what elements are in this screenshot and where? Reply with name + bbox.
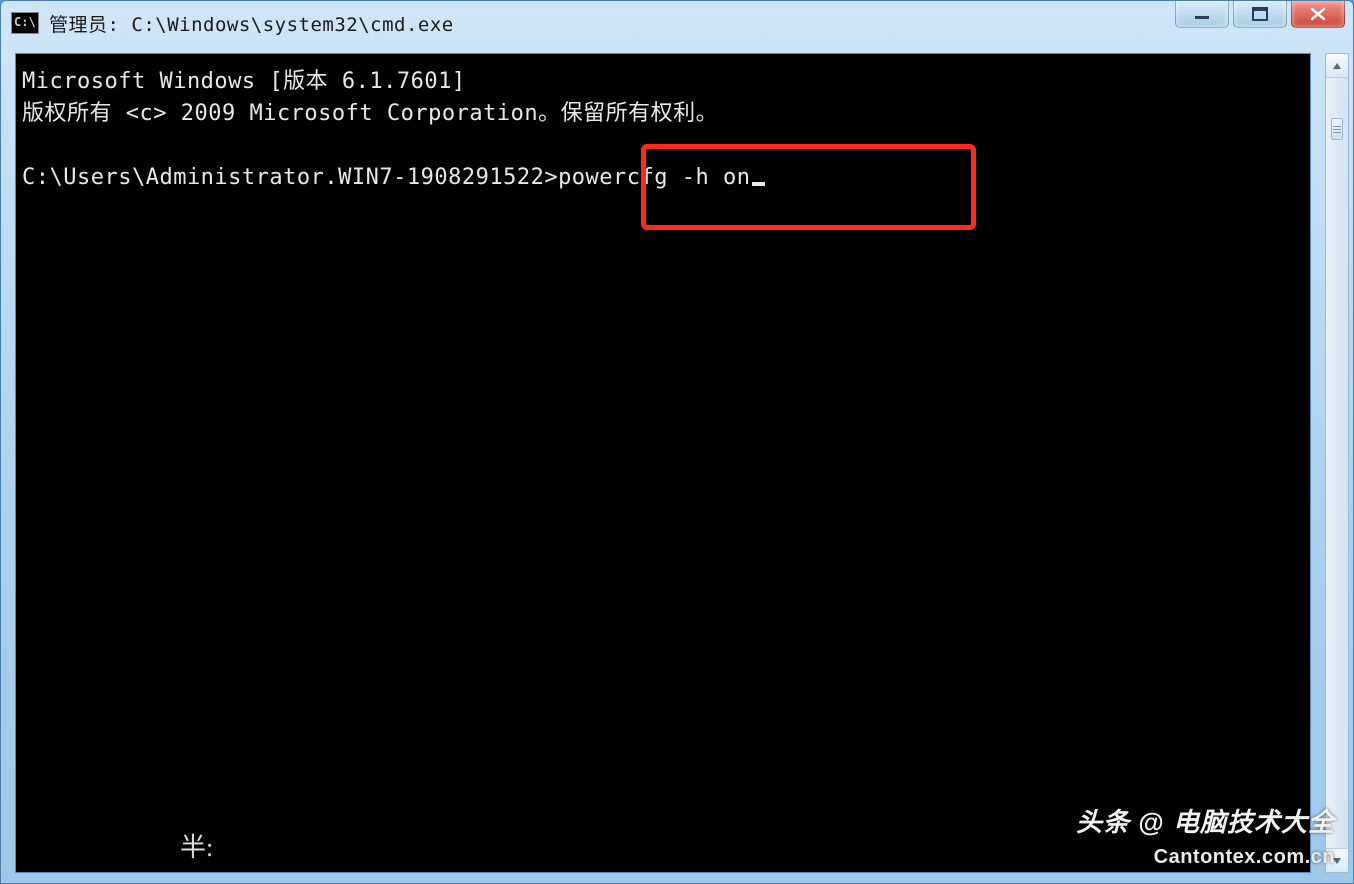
watermark-at: @	[1138, 807, 1164, 837]
console-bottom-fragment: 半:	[180, 827, 213, 864]
console-area[interactable]: Microsoft Windows [版本 6.1.7601] 版权所有 <c>…	[15, 53, 1311, 873]
window-title: 管理员: C:\Windows\system32\cmd.exe	[49, 10, 454, 37]
console-prompt: C:\Users\Administrator.WIN7-1908291522>	[22, 165, 558, 190]
watermark-url: Cantontex.com.cn	[1154, 846, 1335, 869]
maximize-icon	[1252, 7, 1268, 21]
scroll-up-button[interactable]	[1326, 54, 1348, 78]
title-bar[interactable]: C:\ 管理员: C:\Windows\system32\cmd.exe	[1, 1, 1353, 45]
console-output: Microsoft Windows [版本 6.1.7601] 版权所有 <c>…	[16, 54, 1310, 194]
console-command: powercfg -h on	[558, 165, 750, 190]
scroll-grip-icon[interactable]	[1331, 118, 1343, 140]
maximize-button[interactable]	[1233, 1, 1287, 28]
minimize-icon	[1193, 8, 1211, 20]
cmd-app-icon: C:\	[11, 12, 39, 34]
text-cursor	[752, 182, 765, 186]
chevron-up-icon	[1332, 62, 1342, 70]
watermark-name: 电脑技术大全	[1173, 807, 1335, 837]
close-icon	[1310, 7, 1326, 21]
minimize-button[interactable]	[1175, 1, 1229, 28]
cmd-window: C:\ 管理员: C:\Windows\system32\cmd.exe Mic…	[0, 0, 1354, 884]
vertical-scrollbar[interactable]	[1325, 53, 1349, 873]
watermark-prefix: 头条	[1076, 807, 1130, 837]
window-controls	[1175, 1, 1345, 28]
console-line-copyright: 版权所有 <c> 2009 Microsoft Corporation。保留所有…	[22, 101, 718, 126]
close-button[interactable]	[1291, 1, 1345, 28]
watermark-brand: 头条 @ 电脑技术大全	[1076, 802, 1335, 839]
console-line-version: Microsoft Windows [版本 6.1.7601]	[22, 69, 466, 94]
